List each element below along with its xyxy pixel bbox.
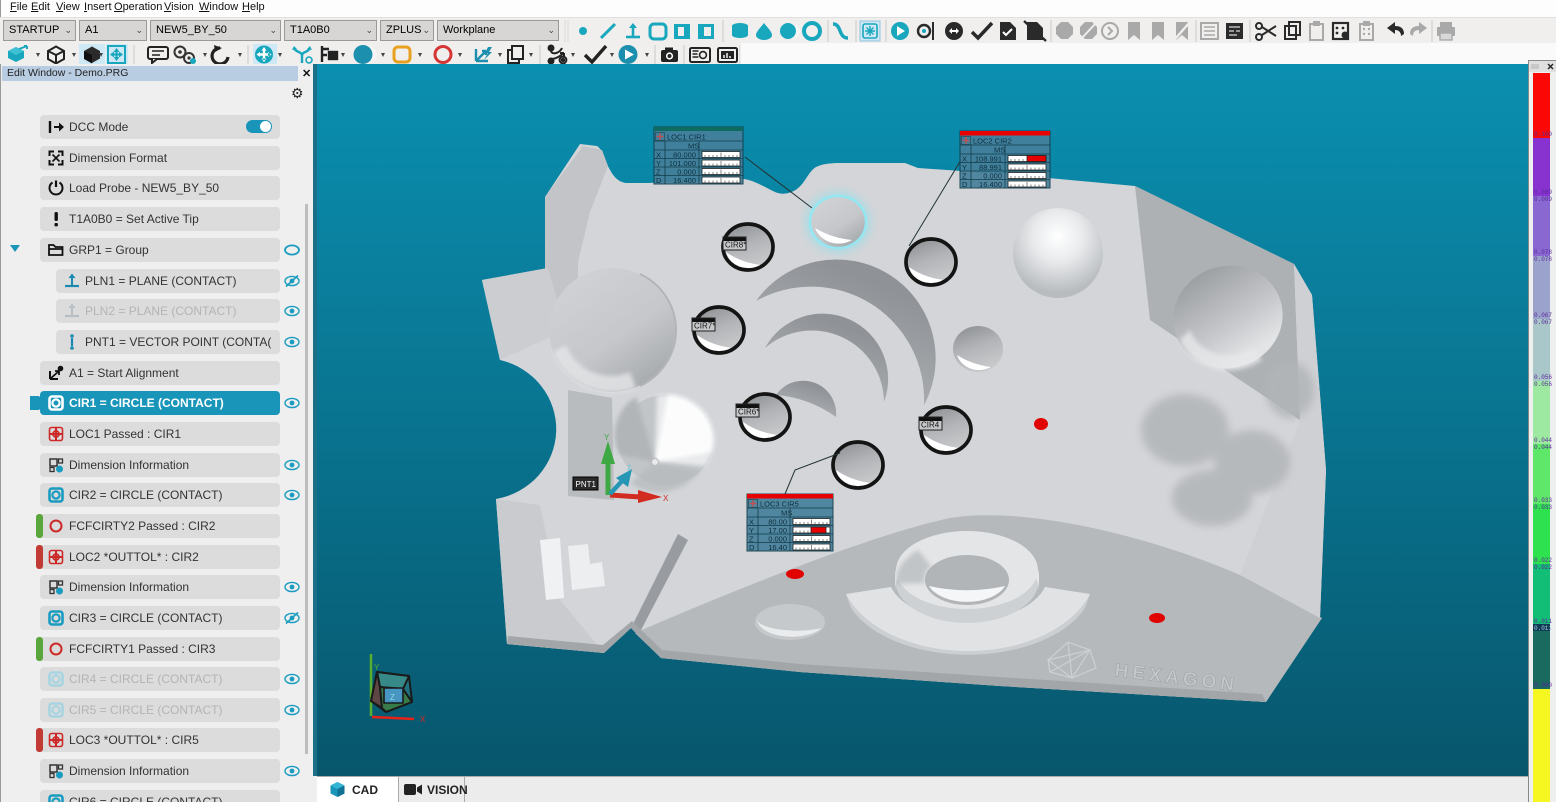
svg-text:D: D: [962, 180, 968, 189]
svg-text:Y: Y: [604, 433, 610, 442]
svg-text:CIR6*: CIR6*: [738, 408, 759, 417]
svg-text:Z: Z: [390, 693, 395, 702]
svg-text:0.033: 0.033: [1534, 504, 1552, 511]
svg-text:0.011: 0.011: [1534, 625, 1552, 632]
svg-text:CIR4: CIR4: [921, 421, 940, 430]
svg-text:0.033: 0.033: [1534, 497, 1552, 504]
svg-text:X: X: [663, 494, 669, 503]
svg-text:0.000: 0.000: [1534, 682, 1552, 689]
svg-text:0.067: 0.067: [1534, 319, 1552, 326]
svg-text:0.078: 0.078: [1534, 249, 1552, 256]
svg-text:PNT1: PNT1: [576, 480, 597, 489]
svg-text:0.067: 0.067: [1534, 312, 1552, 319]
svg-text:0.022: 0.022: [1534, 557, 1552, 564]
svg-text:0.056: 0.056: [1534, 374, 1552, 381]
svg-text:LOC1 CIR1: LOC1 CIR1: [667, 133, 706, 142]
svg-text:0.022: 0.022: [1534, 564, 1552, 571]
svg-text:CIR8*: CIR8*: [725, 241, 746, 250]
svg-text:MS: MS: [994, 146, 1005, 155]
svg-text:0.011: 0.011: [1534, 618, 1552, 625]
svg-text:MS: MS: [688, 142, 699, 151]
svg-text:0.044: 0.044: [1534, 437, 1552, 444]
svg-text:0.089: 0.089: [1534, 196, 1552, 203]
svg-text:X: X: [420, 715, 426, 724]
svg-text:D: D: [656, 176, 662, 185]
svg-text:MS: MS: [781, 509, 792, 518]
svg-text:0.078: 0.078: [1534, 256, 1552, 263]
svg-text:16.400: 16.400: [673, 176, 696, 185]
svg-text:Y: Y: [374, 663, 380, 672]
svg-text:0.044: 0.044: [1534, 444, 1552, 451]
svg-text:0.089: 0.089: [1534, 189, 1552, 196]
svg-text:LOC2 CIR2: LOC2 CIR2: [973, 137, 1012, 146]
svg-text:0.100: 0.100: [1534, 131, 1552, 138]
svg-text:CIR7*: CIR7*: [694, 322, 715, 331]
svg-text:LOC3 CIR5: LOC3 CIR5: [760, 500, 799, 509]
svg-text:16.400: 16.400: [979, 180, 1002, 189]
svg-text:Z: Z: [627, 465, 632, 472]
svg-text:D: D: [749, 543, 755, 552]
svg-text:0.056: 0.056: [1534, 381, 1552, 388]
svg-text:16.40: 16.40: [768, 543, 787, 552]
